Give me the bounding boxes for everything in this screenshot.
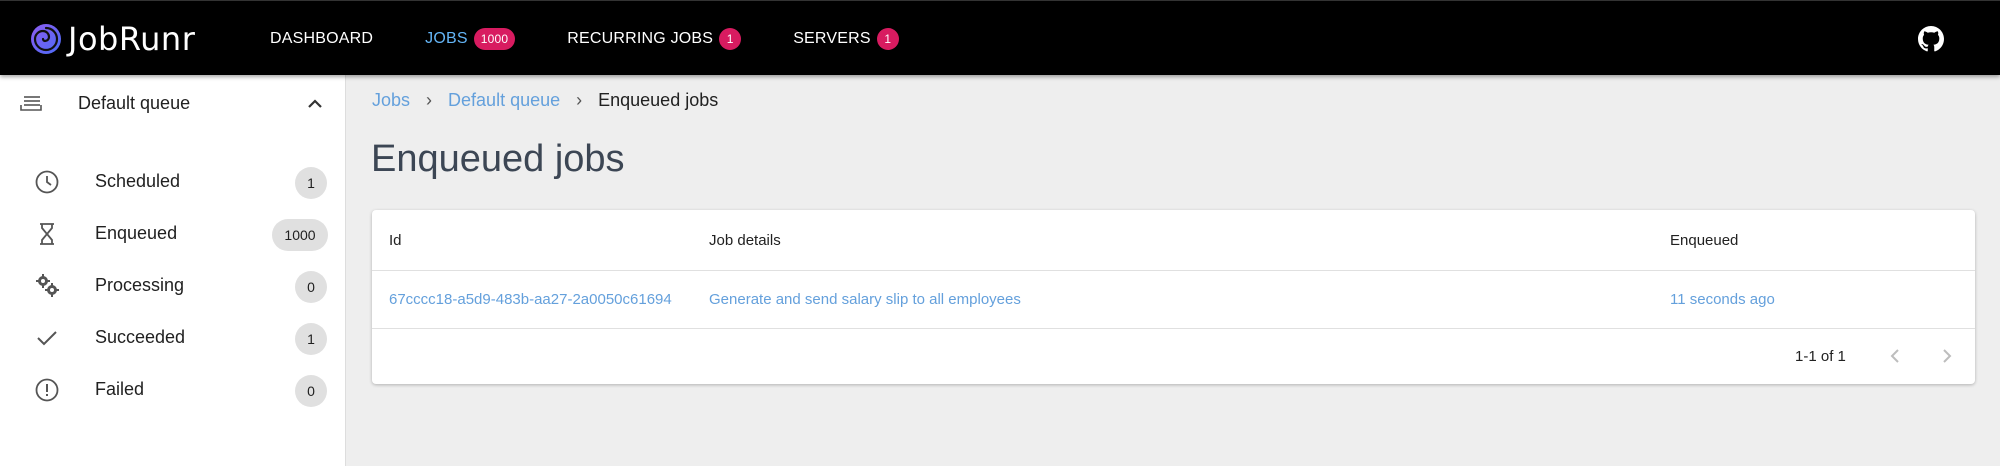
breadcrumb-queue[interactable]: Default queue (448, 90, 560, 111)
page-title: Enqueued jobs (371, 138, 625, 180)
sidebar-item-processing[interactable]: Processing 0 (0, 259, 346, 311)
sidebar: Default queue Scheduled 1 Enqueued 1000 (0, 75, 346, 466)
count-badge: 0 (295, 375, 327, 407)
alert-circle-icon (35, 378, 59, 402)
gears-icon (36, 274, 59, 297)
clock-icon (35, 170, 59, 194)
sidebar-item-label: Failed (95, 379, 145, 399)
breadcrumb-jobs[interactable]: Jobs (372, 90, 410, 111)
sidebar-item-label: Processing (95, 275, 185, 295)
nav-jobs-label: JOBS (425, 29, 468, 47)
pagination: 1-1 of 1 (372, 329, 1975, 384)
queue-label: Default queue (78, 93, 191, 113)
hourglass-icon (40, 223, 54, 245)
chevron-left-icon[interactable] (1884, 345, 1906, 367)
nav-dashboard-label: DASHBOARD (270, 29, 374, 47)
sidebar-item-failed[interactable]: Failed 0 (0, 363, 346, 415)
count-badge: 0 (295, 271, 327, 303)
chevron-right-icon: › (576, 90, 583, 110)
count-badge: 1 (295, 323, 327, 355)
job-enqueued-link[interactable]: 11 seconds ago (1670, 291, 1775, 308)
nav-dashboard[interactable]: DASHBOARD (270, 30, 373, 48)
sidebar-item-label: Enqueued (95, 223, 178, 243)
job-id-link[interactable]: 67cccc18-a5d9-483b-aa27-2a0050c61694 (389, 291, 672, 308)
recurring-count-badge: 1 (719, 27, 742, 50)
check-icon (37, 331, 57, 346)
jobs-count-badge: 1000 (473, 27, 516, 50)
sidebar-item-label: Scheduled (95, 171, 181, 191)
chevron-up-icon (308, 99, 322, 108)
pagination-range: 1-1 of 1 (1795, 348, 1846, 365)
nav-recurring-jobs[interactable]: RECURRING JOBS 1 (567, 27, 742, 50)
breadcrumb-current: Enqueued jobs (598, 90, 719, 110)
github-icon[interactable] (1918, 26, 1944, 52)
jobrunr-logo-icon (31, 24, 61, 54)
count-badge: 1 (295, 167, 327, 199)
sidebar-item-scheduled[interactable]: Scheduled 1 (0, 155, 346, 207)
nav-servers[interactable]: SERVERS 1 (793, 27, 899, 50)
queue-toggle[interactable]: Default queue (0, 75, 346, 133)
nav-recurring-label: RECURRING JOBS (567, 29, 714, 47)
nav-servers-label: SERVERS (793, 29, 871, 47)
sidebar-item-label: Succeeded (95, 327, 186, 347)
column-header-enqueued: Enqueued (1670, 232, 1739, 249)
column-header-id: Id (389, 232, 402, 249)
table-header: Id Job details Enqueued (372, 210, 1975, 271)
chevron-right-icon[interactable] (1936, 345, 1958, 367)
top-app-bar: JobRunr DASHBOARD JOBS 1000 RECURRING JO… (0, 0, 2000, 75)
breadcrumb: Jobs › Default queue › Enqueued jobs (372, 90, 718, 111)
job-details-link[interactable]: Generate and send salary slip to all emp… (709, 291, 1021, 308)
sidebar-item-succeeded[interactable]: Succeeded 1 (0, 311, 346, 363)
column-header-details: Job details (709, 232, 781, 249)
queue-icon (20, 96, 42, 111)
sidebar-item-enqueued[interactable]: Enqueued 1000 (0, 207, 346, 259)
nav-jobs[interactable]: JOBS 1000 (425, 27, 516, 50)
main-nav: DASHBOARD JOBS 1000 RECURRING JOBS 1 SER… (270, 1, 951, 76)
servers-count-badge: 1 (876, 27, 899, 50)
app-name: JobRunr (68, 20, 196, 58)
chevron-right-icon: › (426, 90, 433, 110)
table-row[interactable]: 67cccc18-a5d9-483b-aa27-2a0050c61694 Gen… (372, 271, 1975, 329)
brand[interactable]: JobRunr (30, 19, 195, 59)
jobs-table: Id Job details Enqueued 67cccc18-a5d9-48… (372, 210, 1975, 384)
count-badge: 1000 (272, 219, 328, 251)
